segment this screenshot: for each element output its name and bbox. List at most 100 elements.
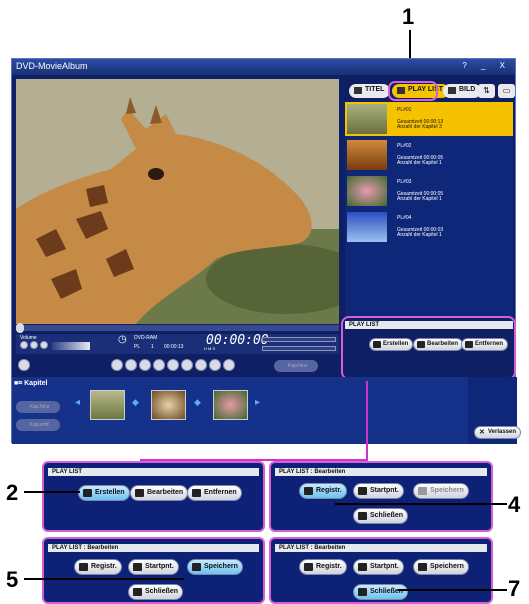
speed-slider[interactable] (262, 346, 336, 351)
hms-label: H M S (204, 346, 216, 351)
eject-icon[interactable] (18, 359, 30, 371)
pause-icon[interactable] (125, 359, 137, 371)
item-name: PL#03 (397, 179, 412, 185)
window-title: DVD-MovieAlbum (16, 61, 88, 71)
film-icon (354, 87, 362, 94)
schliessen-button[interactable]: Schließen (353, 508, 409, 524)
item-name: PL#02 (397, 143, 412, 149)
speichern-button[interactable]: Speichern (187, 559, 243, 575)
panel-edit-header: PLAY LIST : Bearbeiten (275, 544, 487, 552)
window-controls[interactable]: ? _ X (462, 61, 511, 70)
window-icon[interactable]: ▭ (498, 84, 515, 98)
speichern-button[interactable]: Speichern (413, 559, 469, 575)
item-chapters: Anzahl der Kapitel 1 (397, 232, 442, 238)
tab-titel[interactable]: TITEL (349, 84, 391, 98)
playlist-item[interactable]: PL#01 Gesamtzeit 00:00:13 Anzahl der Kap… (345, 102, 513, 136)
panel-edit-header: PLAY LIST : Bearbeiten (48, 544, 259, 552)
schliessen-button[interactable]: Schließen (128, 584, 184, 600)
erstellen-button[interactable]: Erstellen (78, 485, 130, 501)
registr-label: Registr. (316, 563, 342, 570)
skip-back-icon[interactable] (181, 359, 193, 371)
panel-create: PLAY LIST Erstellen Bearbeiten Entfernen (42, 461, 265, 532)
startpnt-button[interactable]: Startpnt. (353, 559, 404, 575)
volume-up-icon[interactable] (40, 341, 48, 349)
fast-forward-icon[interactable] (167, 359, 179, 371)
pl-label: PL (134, 344, 141, 350)
startpnt-button[interactable]: Startpnt. (353, 483, 404, 499)
skip-forward-icon[interactable] (195, 359, 207, 371)
scroll-left-icon[interactable]: ◂ (75, 397, 80, 409)
seek-handle[interactable] (16, 323, 24, 333)
bearbeiten-button[interactable]: Bearbeiten (130, 485, 189, 501)
entfernen-label: Entfernen (204, 489, 237, 496)
volume-meter[interactable] (52, 342, 90, 350)
seek-bar[interactable] (16, 323, 339, 333)
frame-back-icon[interactable] (209, 359, 221, 371)
thumbnail (347, 104, 387, 134)
registr-label: Registr. (91, 563, 117, 570)
close-icon (358, 588, 367, 596)
tab-titel-label: TITEL (365, 86, 385, 93)
chapter-thumbnail[interactable] (213, 390, 248, 420)
startpoint-icon (133, 563, 142, 571)
title-bar: DVD-MovieAlbum ? _ X (12, 59, 515, 75)
frame-forward-icon[interactable] (223, 359, 235, 371)
close-icon (358, 512, 367, 520)
chapter-add-button[interactable]: Kap.hinz (274, 360, 318, 372)
speichern-button[interactable]: Speichern (413, 483, 469, 499)
close-icon (133, 588, 142, 596)
create-icon (83, 489, 92, 497)
pl-number: 1 (151, 344, 154, 350)
playlist-item[interactable]: PL#02 Gesamtzeit 00:00:05 Anzahl der Kap… (345, 138, 513, 172)
connector-line (366, 381, 368, 459)
callout-2: 2 (6, 480, 19, 505)
schliessen-label: Schließen (370, 512, 404, 519)
tab-bild[interactable]: BILD (443, 84, 482, 98)
giraffe-image (16, 79, 339, 324)
chapter-thumbnail[interactable] (90, 390, 125, 420)
tab-bild-label: BILD (459, 86, 476, 93)
rewind-icon[interactable] (153, 359, 165, 371)
diamond-icon: ◆ (132, 397, 139, 407)
picture-icon (448, 87, 456, 94)
entfernen-button[interactable]: Entfernen (187, 485, 242, 501)
startpnt-button[interactable]: Startpnt. (128, 559, 179, 575)
time-display: 00:00:00 (206, 333, 269, 348)
chapter-label-text: Kapitel (24, 380, 48, 387)
exit-label: Verlassen (488, 429, 517, 435)
registr-button[interactable]: Registr. (74, 559, 122, 575)
save-icon (418, 487, 427, 495)
chapter-delete-button[interactable]: Kap.entf (16, 419, 60, 431)
chapter-icon: ■⌗ (14, 380, 25, 387)
sort-icon[interactable]: ⇅ (478, 84, 495, 98)
diamond-icon: ◆ (194, 397, 201, 407)
chapter-add-side-button[interactable]: Kap.hinz (16, 401, 60, 413)
add-chapter-icon (79, 563, 88, 571)
item-chapters: Anzahl der Kapitel 3 (397, 124, 442, 130)
item-name: PL#04 (397, 215, 412, 221)
app-window: DVD-MovieAlbum ? _ X TITEL PLAY LIST BIL… (11, 58, 522, 444)
panel-edit-header: PLAY LIST : Bearbeiten (275, 468, 487, 476)
schliessen-button[interactable]: Schließen (353, 584, 409, 600)
panel-create-header: PLAY LIST (48, 468, 259, 476)
playlist-item[interactable]: PL#04 Gesamtzeit 00:00:03 Anzahl der Kap… (345, 210, 513, 244)
registr-button[interactable]: Registr. (299, 483, 347, 499)
exit-button[interactable]: ✕ Verlassen (474, 426, 522, 439)
bearbeiten-label: Bearbeiten (147, 489, 184, 496)
scroll-right-icon[interactable]: ▸ (255, 397, 260, 408)
volume-down-icon[interactable] (20, 341, 28, 349)
playlist-panel: PL#01 Gesamtzeit 00:00:13 Anzahl der Kap… (345, 102, 513, 317)
registr-button[interactable]: Registr. (299, 559, 347, 575)
close-icon: ✕ (479, 429, 485, 436)
speichern-label: Speichern (204, 563, 238, 570)
playlist-item[interactable]: PL#03 Gesamtzeit 00:00:05 Anzahl der Kap… (345, 174, 513, 208)
callout-2-line-top (24, 491, 80, 493)
add-chapter-icon (304, 563, 313, 571)
play-icon[interactable] (139, 359, 151, 371)
frame-slider[interactable] (262, 337, 336, 342)
chapter-thumbnail[interactable] (151, 390, 186, 420)
volume-mute-icon[interactable] (30, 341, 38, 349)
stop-icon[interactable] (111, 359, 123, 371)
small-time: 00:00:13 (164, 344, 184, 350)
registr-label: Registr. (316, 487, 342, 494)
